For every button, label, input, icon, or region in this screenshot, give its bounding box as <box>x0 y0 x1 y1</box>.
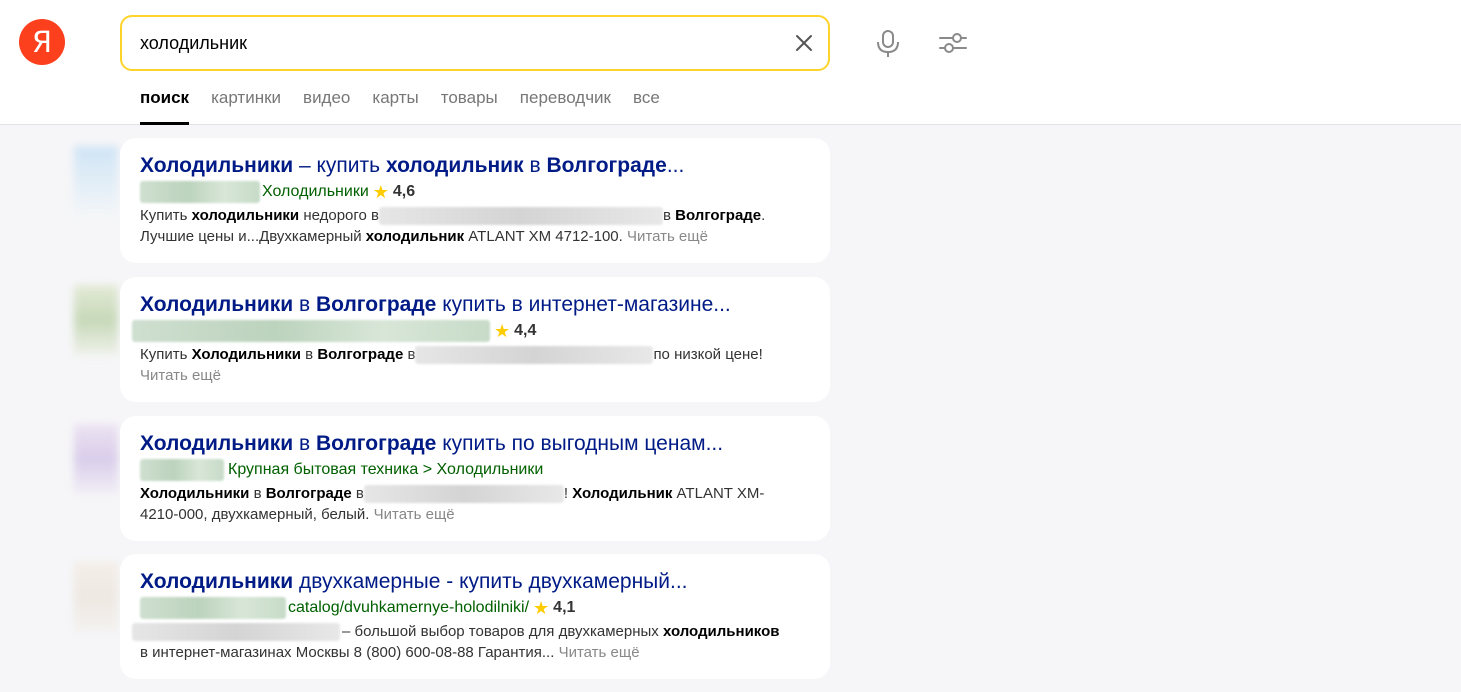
yandex-logo[interactable]: Я <box>19 19 65 65</box>
star-icon: ★ <box>494 321 511 341</box>
favicon-thumbnail <box>74 146 118 216</box>
result-title[interactable]: Холодильники – купить холодильник в Волг… <box>140 152 810 180</box>
redacted-text <box>363 485 564 504</box>
tab-images[interactable]: картинки <box>211 86 281 125</box>
favicon-thumbnail <box>74 285 118 355</box>
result-path: Холодильники <box>262 183 369 200</box>
redacted-text <box>415 346 654 365</box>
tab-search[interactable]: поиск <box>140 86 190 125</box>
redacted-domain <box>132 320 490 342</box>
result-title[interactable]: Холодильники в Волгограде купить по выго… <box>140 430 810 458</box>
favicon-thumbnail <box>74 424 118 494</box>
redacted-text <box>379 207 664 226</box>
result-snippet: – большой выбор товаров для двухкамерных… <box>132 621 810 663</box>
redacted-domain <box>140 597 286 619</box>
search-box <box>120 15 830 71</box>
result-rating: 4,6 <box>392 183 416 200</box>
tab-video[interactable]: видео <box>303 86 350 125</box>
result-url[interactable]: catalog/dvuhkamernye-holodilniki/ ★ 4,1 <box>140 596 810 620</box>
search-result: Холодильники двухкамерные - купить двухк… <box>120 554 830 679</box>
result-snippet: Купить Холодильники в Волгограде в по низ… <box>140 346 763 384</box>
result-path: Крупная бытовая техника > Холодильники <box>228 461 544 478</box>
result-snippet: Холодильники в Волгограде в! Холодильник… <box>140 485 765 523</box>
tab-translator[interactable]: переводчик <box>520 86 611 125</box>
tab-all[interactable]: все <box>633 86 660 125</box>
microphone-icon[interactable] <box>874 29 902 59</box>
redacted-domain <box>140 181 260 203</box>
search-result: Холодильники в Волгограде купить в интер… <box>120 277 830 402</box>
result-url[interactable]: Холодильники ★ 4,6 <box>140 180 810 204</box>
result-title[interactable]: Холодильники в Волгограде купить в интер… <box>140 291 810 319</box>
clear-icon[interactable] <box>792 31 816 55</box>
redacted-domain <box>140 459 224 481</box>
tab-maps[interactable]: карты <box>372 86 418 125</box>
read-more-link[interactable]: Читать ещё <box>374 506 455 523</box>
star-icon: ★ <box>372 182 389 202</box>
result-rating: 4,1 <box>553 599 576 616</box>
result-snippet: Купить холодильники недорого вв Волгогра… <box>140 207 766 245</box>
read-more-link[interactable]: Читать ещё <box>559 644 640 661</box>
read-more-link[interactable]: Читать ещё <box>140 367 221 384</box>
result-rating: 4,4 <box>514 322 537 339</box>
search-result: Холодильники в Волгограде купить по выго… <box>120 416 830 541</box>
search-result: Холодильники – купить холодильник в Волг… <box>120 138 830 263</box>
result-path: catalog/dvuhkamernye-holodilniki/ <box>288 599 530 616</box>
filter-settings-icon[interactable] <box>938 30 968 56</box>
redacted-text <box>132 623 340 642</box>
favicon-thumbnail <box>74 562 118 632</box>
header: Я поиск картинки видео карты товары пере… <box>0 0 1461 125</box>
search-input[interactable] <box>140 29 740 57</box>
result-url[interactable]: ★ 4,4 <box>132 319 810 343</box>
star-icon: ★ <box>533 598 550 618</box>
read-more-link[interactable]: Читать ещё <box>627 228 708 245</box>
tab-products[interactable]: товары <box>441 86 498 125</box>
search-tabs: поиск картинки видео карты товары перево… <box>140 86 682 125</box>
result-title[interactable]: Холодильники двухкамерные - купить двухк… <box>140 568 810 596</box>
result-url[interactable]: Крупная бытовая техника > Холодильники <box>140 458 810 482</box>
